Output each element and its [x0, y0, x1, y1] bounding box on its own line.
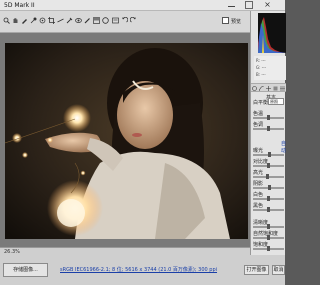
slider-thumb[interactable] — [266, 174, 269, 179]
adjustment-brush-icon[interactable] — [84, 17, 91, 24]
whites-label: 白色 — [253, 192, 264, 198]
toolbar: 预览 — [0, 11, 250, 33]
photo-preview — [5, 43, 248, 239]
crop-icon[interactable] — [48, 17, 55, 24]
white-balance-icon[interactable] — [21, 17, 28, 24]
title-bar: 5D Mark II × — [0, 0, 285, 11]
readout-g: G: --- — [256, 65, 267, 70]
graduated-filter-icon[interactable] — [93, 17, 100, 24]
tint-slider[interactable] — [253, 126, 284, 131]
blacks-slider[interactable] — [253, 207, 284, 212]
maximize-button[interactable] — [245, 1, 253, 9]
highlights-label: 高光 — [253, 170, 264, 176]
slider-thumb[interactable] — [267, 235, 270, 240]
minimize-button[interactable] — [228, 2, 235, 9]
preferences-icon[interactable] — [112, 17, 119, 24]
shadows-slider[interactable] — [253, 185, 284, 190]
tab-detail-icon[interactable] — [266, 86, 271, 91]
saturation-slider[interactable] — [253, 246, 284, 251]
histogram-readout: R: --- G: --- B: --- — [254, 56, 286, 80]
panel-tabs — [251, 83, 286, 92]
straighten-icon[interactable] — [57, 17, 64, 24]
close-button[interactable]: × — [263, 0, 272, 9]
clarity-slider[interactable] — [253, 224, 284, 229]
contrast-slider[interactable] — [253, 163, 284, 168]
vibrance-label: 自然饱和度 — [253, 231, 279, 237]
vibrance-slider[interactable] — [253, 235, 284, 240]
hand-icon[interactable] — [12, 17, 19, 24]
slider-thumb[interactable] — [267, 196, 270, 201]
blacks-label: 黑色 — [253, 203, 264, 209]
shadows-label: 阴影 — [253, 181, 264, 187]
slider-thumb[interactable] — [268, 185, 271, 190]
tab-menu-icon[interactable] — [280, 86, 285, 91]
tab-tone-curve-icon[interactable] — [259, 86, 264, 91]
open-image-button[interactable]: 打开图像 — [244, 265, 269, 275]
exposure-label: 曝光 — [253, 148, 264, 154]
zoom-bar: 26.3% — [0, 247, 250, 255]
red-eye-icon[interactable] — [75, 17, 82, 24]
radial-filter-icon[interactable] — [102, 17, 109, 24]
rotate-left-icon[interactable] — [121, 17, 128, 24]
slider-thumb[interactable] — [267, 224, 270, 229]
tint-label: 色调 — [253, 122, 264, 128]
preview-checkbox[interactable] — [222, 17, 229, 24]
rotate-right-icon[interactable] — [130, 17, 137, 24]
spot-removal-icon[interactable] — [66, 17, 73, 24]
preview-label: 预览 — [231, 19, 242, 25]
workflow-options-link[interactable]: sRGB IEC61966-2.1; 8 位; 5616 x 3744 (21.… — [60, 266, 217, 273]
auto-link[interactable]: 自动 — [281, 140, 286, 154]
slider-thumb[interactable] — [267, 126, 270, 131]
slider-thumb[interactable] — [267, 115, 270, 120]
readout-b: B: --- — [256, 72, 266, 77]
slider-thumb[interactable] — [267, 163, 270, 168]
zoom-icon[interactable] — [3, 17, 10, 24]
saturation-label: 饱和度 — [253, 242, 269, 248]
highlights-slider[interactable] — [253, 174, 284, 179]
tab-hsl-icon[interactable] — [273, 86, 278, 91]
window-title: 5D Mark II — [4, 2, 35, 9]
histogram — [258, 13, 286, 53]
cancel-button[interactable]: 取消 — [272, 265, 285, 275]
temperature-label: 色温 — [253, 111, 264, 117]
adjustments-panel: R: --- G: --- B: --- 基本 白平衡 原照 色温 色调 自动 … — [250, 11, 286, 255]
bottom-bar: 存储图像... sRGB IEC61966-2.1; 8 位; 5616 x 3… — [0, 255, 285, 285]
slider-thumb[interactable] — [268, 152, 271, 157]
whites-slider[interactable] — [253, 196, 284, 201]
exposure-slider[interactable] — [253, 152, 284, 157]
image-preview-area[interactable]: IMG_2019.CR2 — [0, 33, 250, 273]
clarity-label: 清晰度 — [253, 220, 269, 226]
temperature-slider[interactable] — [253, 115, 284, 120]
slider-thumb[interactable] — [267, 246, 270, 251]
white-balance-label: 白平衡 — [253, 100, 269, 106]
contrast-label: 对比度 — [253, 159, 269, 165]
color-sampler-icon[interactable] — [30, 17, 37, 24]
white-balance-select[interactable]: 原照 — [268, 98, 284, 105]
tab-basic-icon[interactable] — [252, 86, 257, 91]
slider-thumb[interactable] — [267, 207, 270, 212]
save-image-button[interactable]: 存储图像... — [3, 263, 48, 277]
targeted-adjustment-icon[interactable] — [39, 17, 46, 24]
readout-r: R: --- — [256, 58, 266, 63]
